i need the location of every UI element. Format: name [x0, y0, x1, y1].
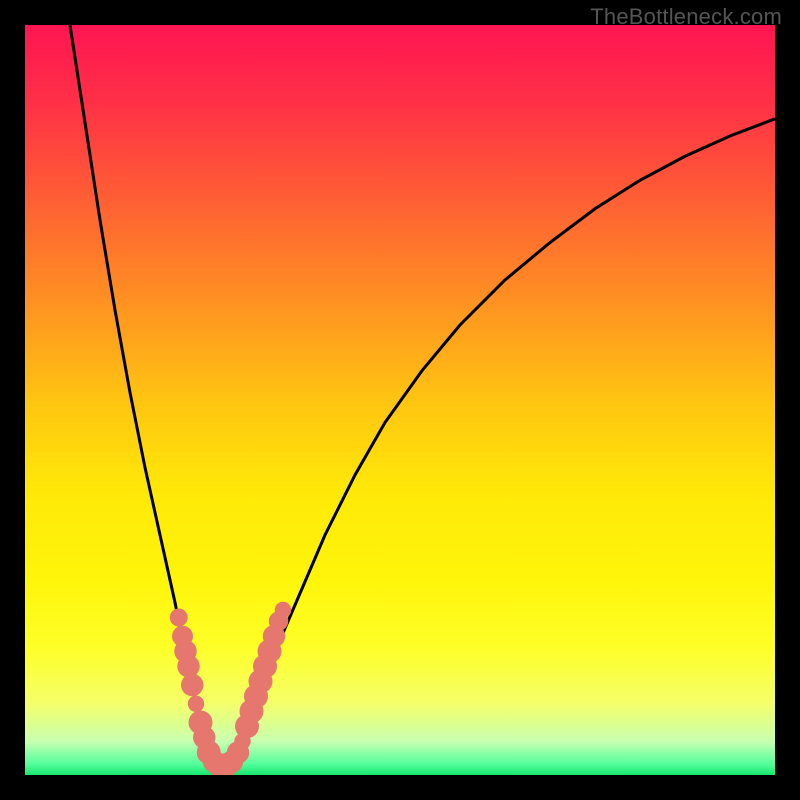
- chart-frame: TheBottleneck.com: [0, 0, 800, 800]
- right-branch-curve: [235, 119, 775, 764]
- data-marker: [177, 655, 200, 678]
- watermark-text: TheBottleneck.com: [590, 4, 782, 30]
- data-markers: [170, 602, 292, 775]
- curve-layer: [25, 25, 775, 775]
- data-marker: [181, 674, 204, 697]
- data-marker: [275, 602, 292, 619]
- data-marker: [170, 609, 188, 627]
- data-marker: [188, 696, 205, 713]
- plot-area: [25, 25, 775, 775]
